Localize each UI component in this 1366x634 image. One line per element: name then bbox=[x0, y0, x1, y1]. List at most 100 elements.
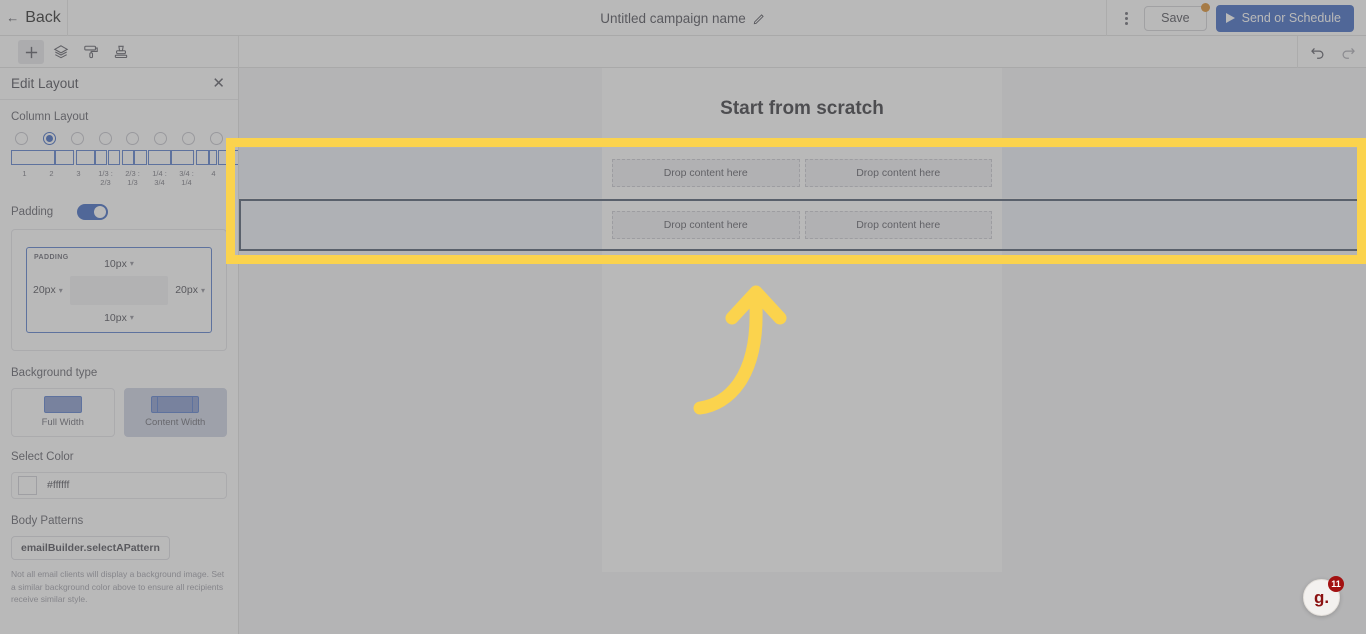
padding-left-select[interactable]: 20px ▾ bbox=[33, 284, 63, 296]
send-label: Send or Schedule bbox=[1241, 11, 1341, 25]
back-button[interactable]: ← Back bbox=[0, 0, 68, 36]
dropzone[interactable]: Drop content here bbox=[804, 211, 992, 239]
padding-right-select[interactable]: 20px ▾ bbox=[175, 284, 205, 296]
padding-right-value: 20px bbox=[175, 284, 198, 297]
kebab-menu-icon[interactable] bbox=[1117, 7, 1135, 29]
layout-row[interactable]: Drop content here Drop content here bbox=[239, 148, 1366, 198]
column-layout-preview-3[interactable] bbox=[133, 150, 171, 165]
dropzone[interactable]: Drop content here bbox=[612, 159, 800, 187]
column-layout-preview-4[interactable] bbox=[171, 150, 209, 165]
column-layout-radio-4[interactable] bbox=[126, 132, 140, 145]
column-layout-radio-6[interactable] bbox=[182, 132, 196, 145]
column-layout-radio-2[interactable] bbox=[70, 132, 84, 145]
padding-header: Padding bbox=[11, 203, 227, 220]
layout-rows: Drop content here Drop content here Drop c… bbox=[239, 148, 1366, 251]
email-canvas: Start from scratch Drop content here Drop… bbox=[239, 68, 1366, 634]
content-column bbox=[602, 68, 1002, 572]
column-layout-preview-5[interactable] bbox=[208, 150, 238, 165]
select-pattern-button[interactable]: emailBuilder.selectAPattern bbox=[11, 535, 170, 560]
top-bar: ← Back Untitled campaign name Save Send … bbox=[0, 0, 1366, 36]
page-title: Untitled campaign name bbox=[600, 10, 746, 26]
redo-icon[interactable] bbox=[1340, 44, 1356, 60]
tool-group bbox=[0, 36, 239, 68]
column-layout-caption-5: 1/4 : 3/4 bbox=[152, 169, 167, 188]
chevron-down-icon: ▾ bbox=[129, 259, 134, 269]
background-type-content-width[interactable]: Content Width bbox=[123, 387, 227, 437]
history-controls bbox=[1297, 36, 1356, 68]
padding-label: Padding bbox=[11, 205, 54, 218]
column-layout-caption-0: 1 bbox=[22, 169, 27, 178]
padding-top-select[interactable]: 10px ▾ bbox=[104, 258, 134, 270]
column-layout-caption-2: 3 bbox=[76, 169, 81, 178]
undo-icon[interactable] bbox=[1310, 44, 1326, 60]
padding-left-value: 20px bbox=[33, 284, 56, 297]
padding-bottom-value: 10px bbox=[104, 311, 127, 324]
padding-top-value: 10px bbox=[104, 257, 127, 270]
unsaved-changes-dot bbox=[1200, 2, 1210, 12]
dropzone[interactable]: Drop content here bbox=[612, 211, 800, 239]
close-icon[interactable]: ✕ bbox=[212, 76, 225, 91]
layout-row[interactable]: Drop content here Drop content here bbox=[239, 199, 1366, 251]
save-label: Save bbox=[1161, 11, 1190, 25]
save-button[interactable]: Save bbox=[1144, 2, 1210, 31]
send-or-schedule-button[interactable]: Send or Schedule bbox=[1215, 4, 1354, 32]
send-triangle-icon bbox=[1225, 13, 1235, 23]
add-content-icon[interactable] bbox=[18, 40, 44, 64]
chevron-down-icon: ▾ bbox=[58, 285, 63, 295]
support-chat-widget[interactable]: g. 11 bbox=[1303, 576, 1344, 616]
column-layout-preview-2[interactable] bbox=[94, 150, 134, 165]
background-type-full-width[interactable]: Full Width bbox=[11, 387, 115, 437]
layout-row-content: Drop content here Drop content here bbox=[602, 148, 1002, 198]
column-layout-radio-7[interactable] bbox=[209, 132, 223, 145]
edit-layout-panel: Edit Layout ✕ Column Layout 1 2 3 1/3 : 2/3… bbox=[0, 68, 239, 634]
layout-row-content: Drop content here Drop content here bbox=[602, 201, 1002, 249]
curved-up-arrow-icon bbox=[693, 285, 787, 415]
full-width-icon bbox=[43, 396, 82, 414]
chevron-down-icon: ▾ bbox=[200, 285, 205, 295]
layers-icon[interactable] bbox=[48, 40, 74, 64]
column-layout-preview-0[interactable] bbox=[11, 150, 55, 165]
column-layout-caption-7: 4 bbox=[211, 169, 216, 178]
column-layout-previews bbox=[11, 150, 238, 165]
padding-preview-area bbox=[69, 275, 169, 305]
canvas-heading: Start from scratch bbox=[720, 98, 884, 119]
padding-editor: PADDING 10px ▾ 20px ▾ 20px ▾ 10px ▾ bbox=[11, 228, 227, 351]
content-width-label: Content Width bbox=[145, 417, 206, 429]
column-layout-radio-5[interactable] bbox=[154, 132, 168, 145]
panel-body: Column Layout 1 2 3 1/3 : 2/3 2/3 : 1/3 1/4 :… bbox=[0, 100, 238, 606]
chat-unread-badge: 11 bbox=[1328, 576, 1344, 592]
padding-toggle[interactable] bbox=[77, 203, 109, 220]
dropzone[interactable]: Drop content here bbox=[804, 159, 992, 187]
paint-roller-icon[interactable] bbox=[78, 40, 104, 64]
column-layout-radio-1[interactable] bbox=[42, 132, 56, 145]
background-type-label: Background type bbox=[11, 366, 98, 379]
column-layout-captions: 1 2 3 1/3 : 2/3 2/3 : 1/3 1/4 : 3/4 3/4 : 1/4 4 bbox=[11, 169, 227, 188]
column-layout-radio-3[interactable] bbox=[98, 132, 112, 145]
builder-toolbar bbox=[0, 36, 1366, 68]
select-color-label: Select Color bbox=[11, 450, 74, 463]
column-layout-caption-4: 2/3 : 1/3 bbox=[125, 169, 140, 188]
padding-bottom-select[interactable]: 10px ▾ bbox=[104, 312, 134, 324]
padding-box: PADDING 10px ▾ 20px ▾ 20px ▾ 10px ▾ bbox=[26, 246, 212, 333]
panel-header: Edit Layout ✕ bbox=[0, 68, 238, 100]
full-width-label: Full Width bbox=[41, 417, 84, 429]
color-swatch[interactable] bbox=[18, 475, 37, 495]
top-bar-actions: Save Send or Schedule bbox=[1106, 0, 1366, 36]
arrow-left-icon: ← bbox=[6, 10, 20, 25]
column-layout-caption-6: 3/4 : 1/4 bbox=[179, 169, 194, 188]
stamp-icon[interactable] bbox=[108, 40, 134, 64]
chevron-down-icon: ▾ bbox=[129, 313, 134, 323]
body-patterns-note: Not all email clients will display a bac… bbox=[11, 568, 225, 605]
column-layout-label: Column Layout bbox=[11, 111, 89, 123]
column-layout-radios bbox=[11, 132, 227, 145]
color-hex-value: #ffffff bbox=[47, 479, 70, 492]
color-picker-field[interactable]: #ffffff bbox=[11, 471, 227, 499]
padding-box-caption: PADDING bbox=[34, 253, 69, 261]
email-builder-app: ← Back Untitled campaign name Save Send … bbox=[0, 0, 1366, 634]
column-layout-radio-0[interactable] bbox=[15, 132, 28, 145]
column-layout-caption-1: 2 bbox=[49, 169, 54, 178]
pencil-icon[interactable] bbox=[753, 12, 766, 25]
panel-title: Edit Layout bbox=[11, 76, 79, 91]
back-label: Back bbox=[25, 8, 61, 26]
column-layout-preview-1[interactable] bbox=[55, 150, 95, 165]
